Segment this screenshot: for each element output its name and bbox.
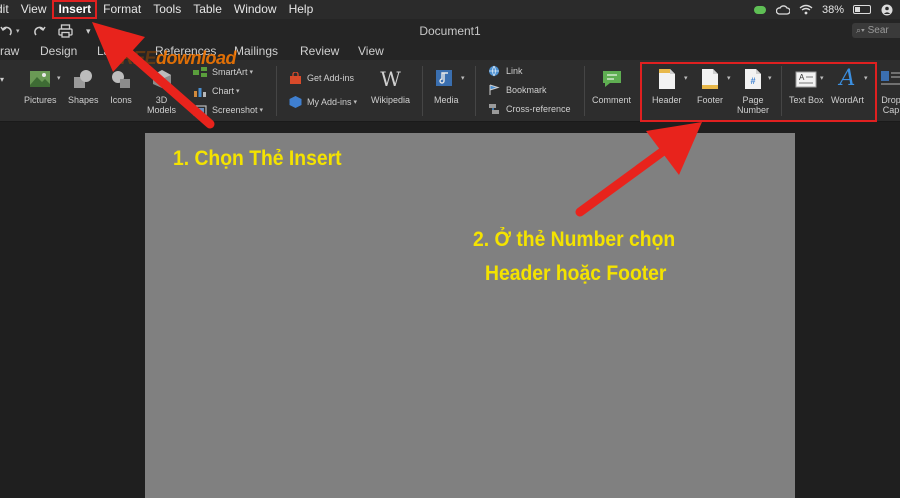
my-addins-dropdown-icon[interactable]: ▾ bbox=[354, 98, 358, 106]
watermark-text-free: FREE bbox=[110, 48, 157, 68]
pictures-dropdown-icon[interactable]: ▾ bbox=[55, 74, 61, 82]
facetime-icon[interactable] bbox=[753, 4, 767, 16]
search-icon: ⌕▾ bbox=[856, 25, 865, 35]
tab-review[interactable]: Review bbox=[300, 44, 339, 58]
media-dropdown-icon[interactable]: ▾ bbox=[459, 74, 465, 82]
battery-icon[interactable] bbox=[853, 5, 871, 14]
my-addins-label: My Add-ins bbox=[307, 97, 352, 107]
menu-help[interactable]: Help bbox=[283, 0, 320, 19]
chart-dropdown-icon[interactable]: ▾ bbox=[236, 87, 240, 95]
3d-models-button[interactable]: 3D Models bbox=[147, 68, 176, 115]
status-area: 38% bbox=[753, 0, 900, 19]
3d-models-label-line2: Models bbox=[147, 105, 177, 115]
title-bar: ▾ ▾ Document1 ⌕▾ Sear bbox=[0, 19, 900, 43]
shapes-button[interactable]: Shapes bbox=[68, 68, 99, 105]
screenshot-label: Screenshot bbox=[212, 105, 258, 115]
cross-reference-label: Cross-reference bbox=[506, 104, 571, 114]
pictures-label: Pictures bbox=[24, 95, 57, 105]
screenshot-button[interactable]: Screenshot ▾ bbox=[193, 104, 263, 116]
globe-link-icon bbox=[487, 65, 501, 77]
media-button[interactable]: Media bbox=[434, 68, 459, 105]
annotation-step1: 1. Chọn Thẻ Insert bbox=[173, 147, 342, 170]
search-input[interactable]: ⌕▾ Sear bbox=[852, 23, 900, 38]
document-title: Document1 bbox=[419, 24, 481, 38]
wikipedia-button[interactable]: W Wikipedia bbox=[371, 68, 410, 105]
link-button[interactable]: Link bbox=[487, 65, 523, 77]
smartart-dropdown-icon[interactable]: ▾ bbox=[250, 68, 254, 76]
pictures-button[interactable]: Pictures bbox=[24, 68, 57, 105]
comment-icon bbox=[601, 68, 623, 90]
ribbon-separator bbox=[475, 66, 476, 116]
media-icon bbox=[435, 68, 457, 90]
search-placeholder: Sear bbox=[867, 25, 889, 36]
tab-design[interactable]: Design bbox=[40, 44, 77, 58]
menu-tools[interactable]: Tools bbox=[147, 0, 187, 19]
get-addins-label: Get Add-ins bbox=[307, 73, 355, 83]
screenshot-icon bbox=[193, 104, 207, 116]
drop-cap-label-line1: Drop bbox=[881, 95, 900, 105]
ribbon-separator bbox=[584, 66, 585, 116]
pictures-icon bbox=[29, 68, 51, 90]
ribbon-separator bbox=[276, 66, 277, 116]
tab-draw[interactable]: raw bbox=[0, 44, 19, 58]
menu-bar: dit View Insert Format Tools Table Windo… bbox=[0, 0, 900, 19]
addins-icon bbox=[288, 96, 302, 108]
menu-insert[interactable]: Insert bbox=[52, 0, 98, 19]
user-icon[interactable] bbox=[880, 4, 894, 16]
drop-cap-label-line2: Cap bbox=[882, 105, 900, 115]
battery-percent: 38% bbox=[821, 3, 844, 16]
freedownload-watermark: FREEdownload bbox=[110, 48, 237, 69]
drop-cap-button[interactable]: Drop Cap bbox=[880, 68, 900, 115]
header-footer-highlight-box bbox=[640, 62, 877, 122]
tab-layout[interactable]: La bbox=[97, 44, 110, 58]
cross-reference-icon bbox=[487, 103, 501, 115]
wifi-icon[interactable] bbox=[799, 4, 813, 16]
document-page[interactable] bbox=[145, 133, 795, 498]
tab-view[interactable]: View bbox=[358, 44, 384, 58]
icons-icon bbox=[110, 68, 132, 90]
3d-cube-icon bbox=[151, 68, 173, 90]
annotation-step2-line2: Header hoặc Footer bbox=[485, 262, 667, 285]
store-icon bbox=[288, 72, 302, 84]
chart-label: Chart bbox=[212, 86, 235, 96]
chart-button[interactable]: Chart ▾ bbox=[193, 85, 240, 97]
icons-label: Icons bbox=[110, 95, 132, 105]
comment-button[interactable]: Comment bbox=[592, 68, 631, 105]
menu-window[interactable]: Window bbox=[228, 0, 283, 19]
screenshot-dropdown-icon[interactable]: ▾ bbox=[260, 106, 264, 114]
wikipedia-label: Wikipedia bbox=[371, 95, 411, 105]
3d-models-label-line1: 3D bbox=[155, 95, 168, 105]
bookmark-button[interactable]: Bookmark bbox=[487, 84, 547, 96]
shapes-label: Shapes bbox=[68, 95, 99, 105]
media-label: Media bbox=[434, 95, 459, 105]
chart-icon bbox=[193, 85, 207, 97]
drop-cap-icon bbox=[880, 68, 900, 90]
annotation-step2-line1: 2. Ở thẻ Number chọn bbox=[473, 228, 676, 251]
cross-reference-button[interactable]: Cross-reference bbox=[487, 103, 571, 115]
menu-view[interactable]: View bbox=[15, 0, 53, 19]
bookmark-label: Bookmark bbox=[506, 85, 547, 95]
bookmark-icon bbox=[487, 84, 501, 96]
comment-label: Comment bbox=[592, 95, 632, 105]
shapes-icon bbox=[72, 68, 94, 90]
my-addins-button[interactable]: My Add-ins ▾ bbox=[288, 96, 357, 108]
creative-cloud-icon[interactable] bbox=[775, 4, 790, 16]
watermark-text-download: download bbox=[156, 48, 237, 68]
menu-edit[interactable]: dit bbox=[0, 0, 15, 19]
ribbon-separator bbox=[422, 66, 423, 116]
link-label: Link bbox=[506, 66, 523, 76]
get-addins-button[interactable]: Get Add-ins bbox=[288, 72, 354, 84]
wikipedia-icon: W bbox=[380, 67, 401, 91]
menu-format[interactable]: Format bbox=[97, 0, 147, 19]
tab-mailings[interactable]: Mailings bbox=[234, 44, 278, 58]
ribbon-scroll-left-icon[interactable]: ▾ bbox=[0, 75, 4, 84]
menu-table[interactable]: Table bbox=[187, 0, 228, 19]
icons-button[interactable]: Icons bbox=[110, 68, 132, 105]
